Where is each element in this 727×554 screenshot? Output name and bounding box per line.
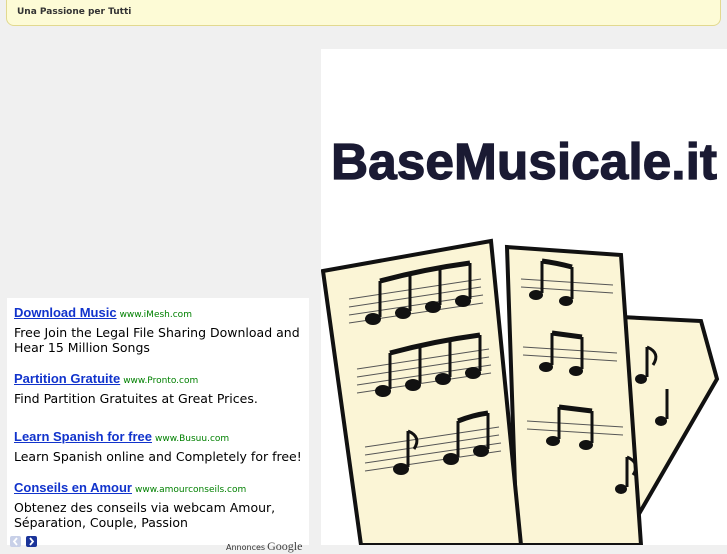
ad-url[interactable]: www.Busuu.com	[155, 434, 229, 444]
site-logo-panel[interactable]: BaseMusicale.it	[321, 49, 727, 545]
ad-description: Learn Spanish online and Completely for …	[14, 449, 302, 464]
logo-text: BaseMusicale.it	[331, 133, 717, 190]
sheet-music-illustration	[321, 238, 720, 545]
ads-next-button[interactable]	[26, 536, 37, 547]
ad-item[interactable]: Learn Spanish for free www.Busuu.com Lear…	[14, 428, 304, 464]
ad-title-link[interactable]: Download Music	[14, 305, 117, 320]
ads-prev-button[interactable]	[10, 536, 21, 547]
ad-title-link[interactable]: Partition Gratuite	[14, 371, 120, 386]
site-slogan: Una Passione per Tutti	[17, 7, 132, 17]
ad-url[interactable]: www.amourconseils.com	[135, 485, 246, 495]
ad-item[interactable]: Conseils en Amour www.amourconseils.com O…	[14, 479, 304, 530]
ad-description: Find Partition Gratuites at Great Prices…	[14, 391, 258, 406]
google-ads-box: Download Music www.iMesh.com Free Join th…	[7, 298, 309, 545]
chevron-left-icon	[12, 537, 18, 546]
google-wordmark: Google	[267, 539, 303, 553]
chevron-right-icon	[29, 537, 35, 546]
ad-title-link[interactable]: Learn Spanish for free	[14, 429, 152, 444]
ad-description: Obtenez des conseils via webcam Amour, S…	[14, 500, 276, 530]
annonces-label: Annonces	[226, 543, 266, 552]
ad-item[interactable]: Partition Gratuite www.Pronto.com Find Pa…	[14, 370, 304, 406]
ad-url[interactable]: www.Pronto.com	[123, 376, 198, 386]
ad-item[interactable]: Download Music www.iMesh.com Free Join th…	[14, 304, 304, 355]
site-logo: BaseMusicale.it	[321, 132, 720, 545]
ad-url[interactable]: www.iMesh.com	[120, 310, 192, 320]
ad-description: Free Join the Legal File Sharing Downloa…	[14, 325, 300, 355]
ad-title-link[interactable]: Conseils en Amour	[14, 480, 132, 495]
top-banner: Una Passione per Tutti	[6, 0, 721, 26]
